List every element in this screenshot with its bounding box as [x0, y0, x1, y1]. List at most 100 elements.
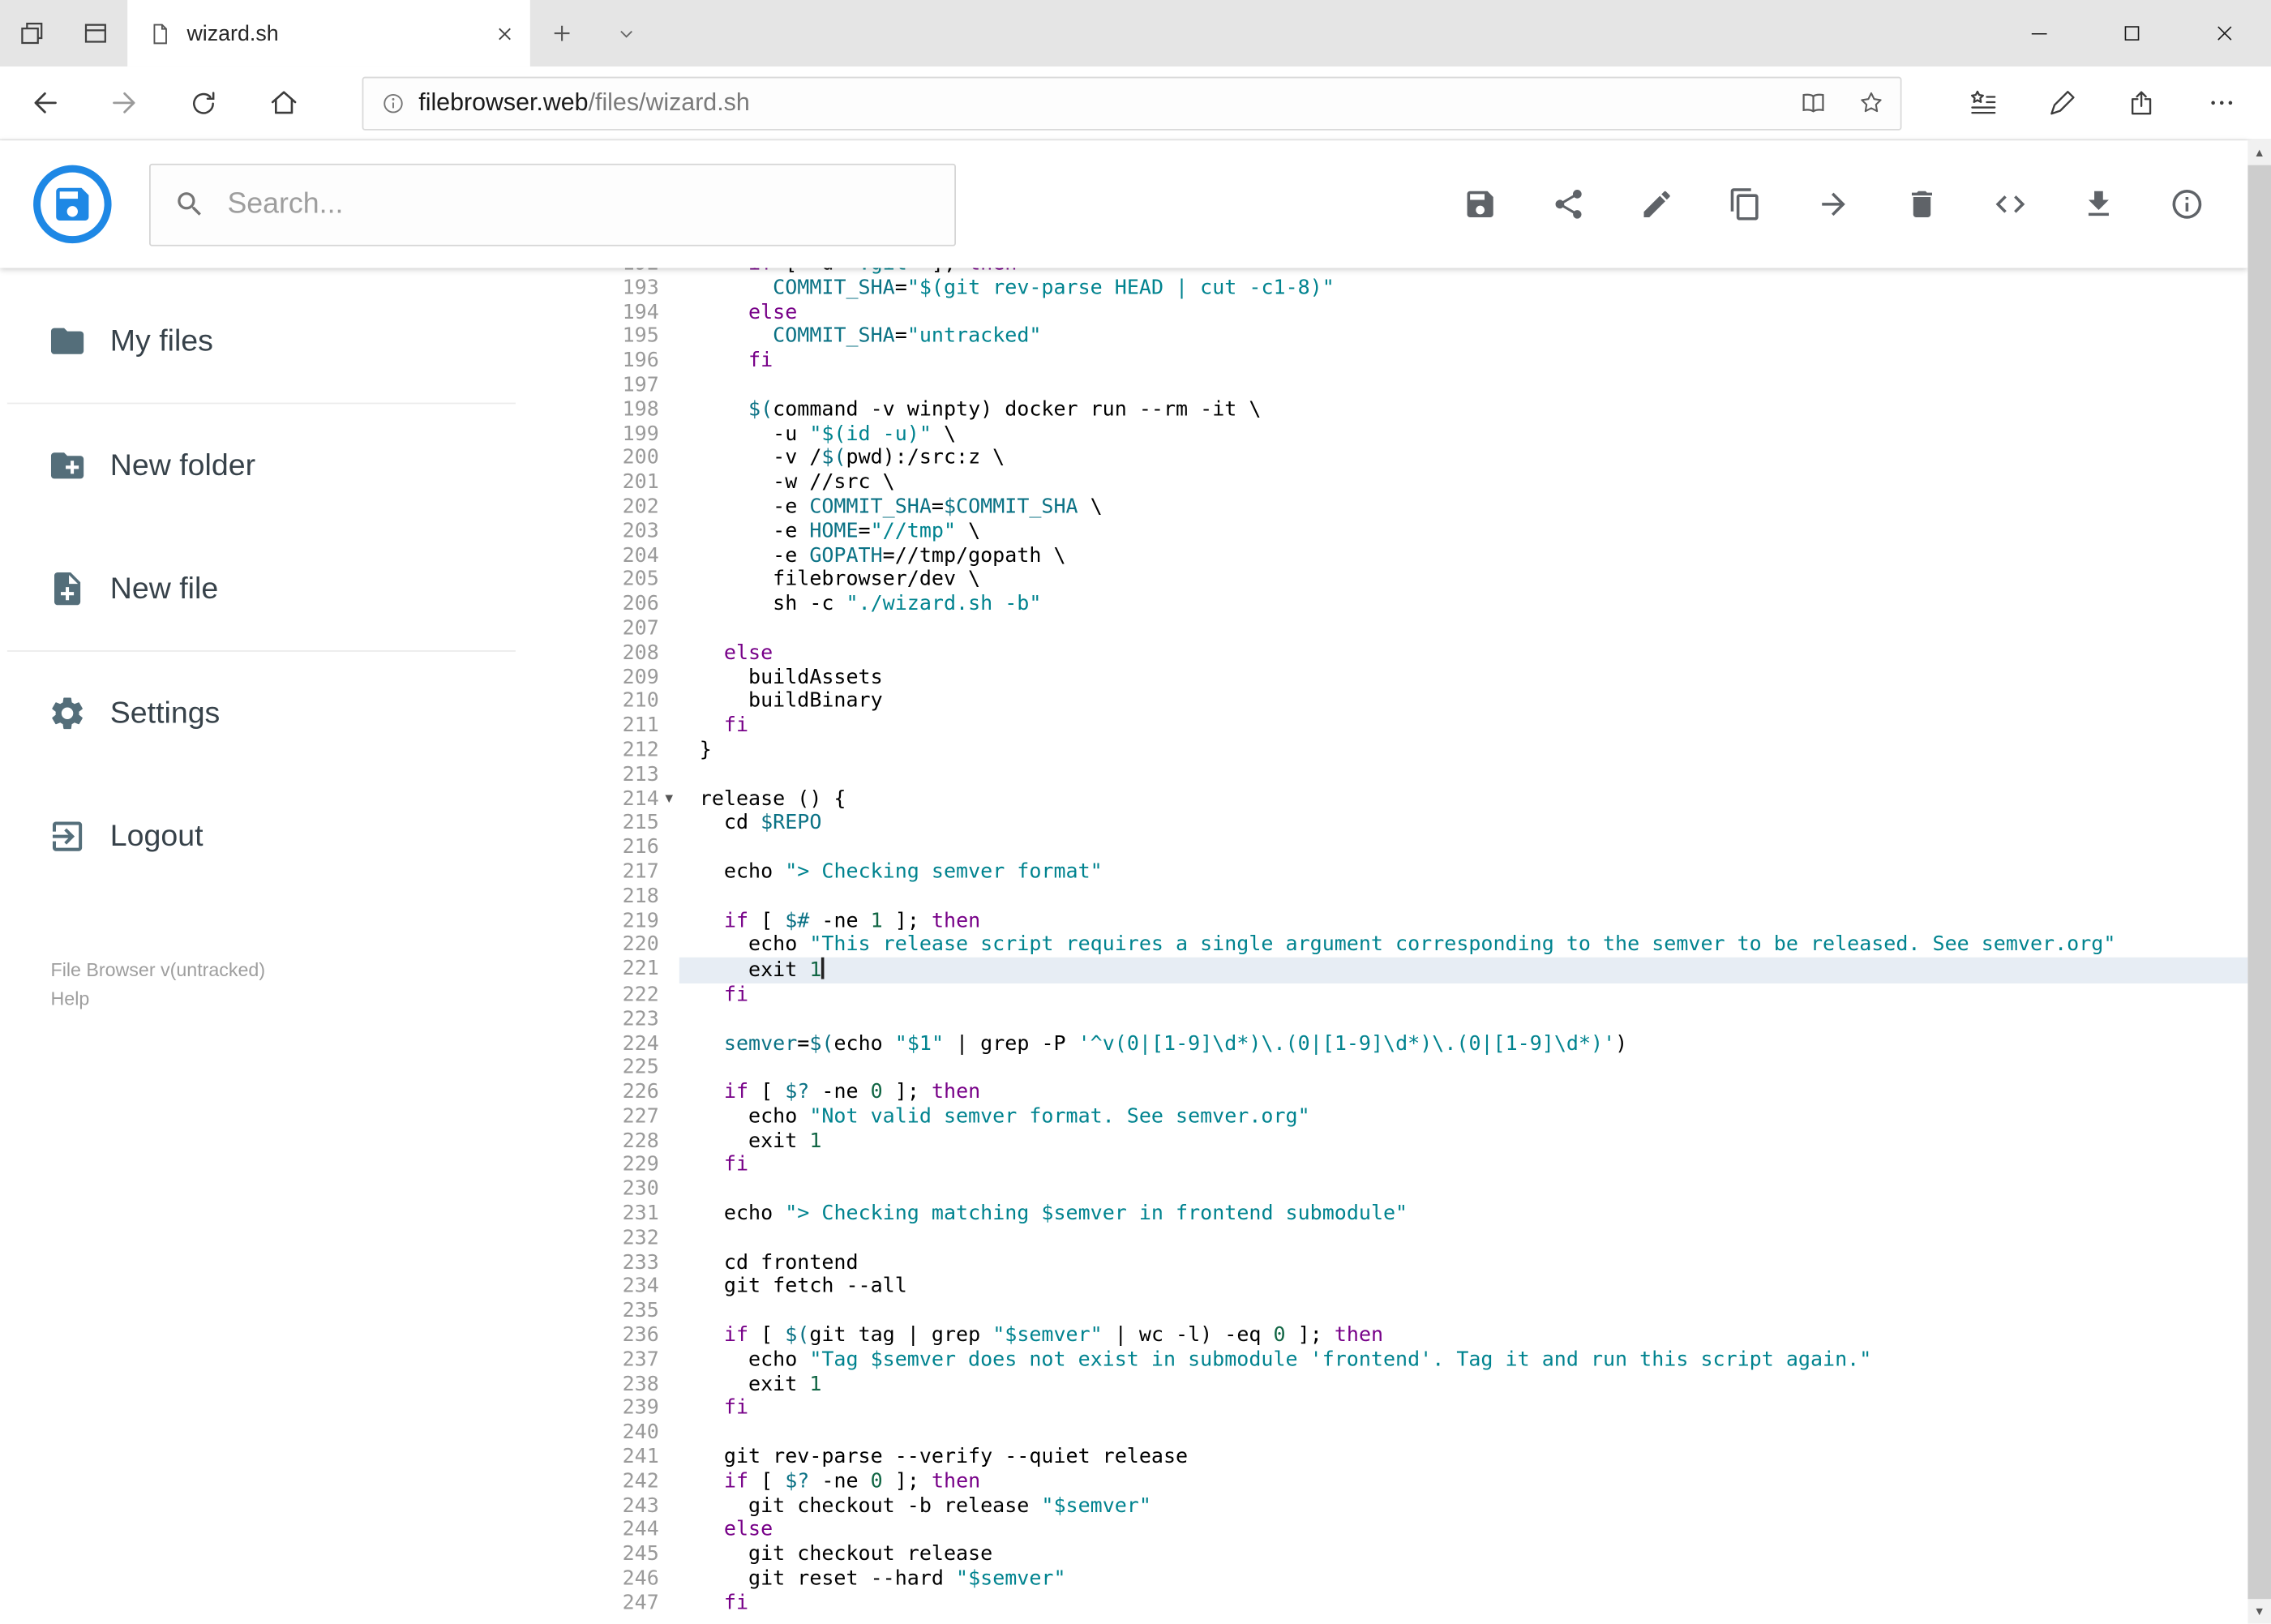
- code-line[interactable]: 205 filebrowser/dev \: [523, 568, 2248, 593]
- code-line[interactable]: 222 fi: [523, 983, 2248, 1008]
- page-scrollbar[interactable]: ▲ ▼: [2247, 140, 2271, 1624]
- code-line[interactable]: 225: [523, 1056, 2248, 1081]
- code-text[interactable]: if [ $(git tag | grep "$semver" | wc -l)…: [679, 1324, 2248, 1348]
- code-text[interactable]: [679, 836, 2248, 860]
- search-input[interactable]: [227, 187, 932, 221]
- code-line[interactable]: 242 if [ $? -ne 0 ]; then: [523, 1470, 2248, 1494]
- code-text[interactable]: [679, 1227, 2248, 1251]
- code-text[interactable]: else: [679, 1519, 2248, 1543]
- code-text[interactable]: [679, 1178, 2248, 1202]
- move-button[interactable]: [1816, 186, 1851, 221]
- code-text[interactable]: COMMIT_SHA="untracked": [679, 325, 2248, 349]
- code-line[interactable]: 230: [523, 1178, 2248, 1202]
- code-line[interactable]: 218: [523, 885, 2248, 909]
- code-text[interactable]: [679, 1008, 2248, 1032]
- code-text[interactable]: if [ $# -ne 1 ]; then: [679, 909, 2248, 933]
- code-text[interactable]: }: [679, 739, 2248, 763]
- code-line[interactable]: 239 fi: [523, 1397, 2248, 1421]
- code-text[interactable]: COMMIT_SHA="$(git rev-parse HEAD | cut -…: [679, 276, 2248, 301]
- code-line[interactable]: 232: [523, 1227, 2248, 1251]
- code-text[interactable]: $(command -v winpty) docker run --rm -it…: [679, 398, 2248, 422]
- code-text[interactable]: [679, 617, 2248, 641]
- copy-button[interactable]: [1728, 186, 1763, 221]
- share-button[interactable]: [1551, 186, 1586, 221]
- sidebar-item-logout[interactable]: Logout: [0, 775, 523, 898]
- web-note-button[interactable]: [2022, 66, 2102, 139]
- code-line[interactable]: 201 -w //src \: [523, 471, 2248, 495]
- code-line[interactable]: 196 fi: [523, 349, 2248, 374]
- code-line[interactable]: 240: [523, 1421, 2248, 1446]
- tabs-chevron-button[interactable]: [593, 0, 658, 66]
- code-line[interactable]: 194 else: [523, 301, 2248, 325]
- code-text[interactable]: [679, 1300, 2248, 1324]
- more-button[interactable]: [2181, 66, 2260, 139]
- code-line[interactable]: 211 fi: [523, 714, 2248, 739]
- code-text[interactable]: -e HOME="//tmp" \: [679, 520, 2248, 544]
- code-text[interactable]: fi: [679, 1154, 2248, 1178]
- code-line[interactable]: 244 else: [523, 1519, 2248, 1543]
- site-info-icon[interactable]: [381, 91, 405, 115]
- code-editor[interactable]: 192 if [ -d ".git" ]; then193 COMMIT_SHA…: [522, 268, 2248, 1624]
- code-line[interactable]: 207: [523, 617, 2248, 641]
- code-line[interactable]: 212}: [523, 739, 2248, 763]
- code-text[interactable]: echo "> Checking semver format": [679, 860, 2248, 885]
- code-line[interactable]: 238 exit 1: [523, 1373, 2248, 1397]
- code-text[interactable]: echo "> Checking matching $semver in fro…: [679, 1202, 2248, 1227]
- help-link[interactable]: Help: [51, 985, 523, 1014]
- scrollbar-thumb[interactable]: [2247, 165, 2271, 1600]
- code-text[interactable]: git checkout release: [679, 1543, 2248, 1567]
- code-text[interactable]: release () {: [679, 787, 2248, 812]
- code-line[interactable]: 224 semver=$(echo "$1" | grep -P '^v(0|[…: [523, 1032, 2248, 1056]
- favorites-hub-button[interactable]: [1942, 66, 2021, 139]
- code-line[interactable]: 241 git rev-parse --verify --quiet relea…: [523, 1446, 2248, 1470]
- code-line[interactable]: 237 echo "Tag $semver does not exist in …: [523, 1348, 2248, 1373]
- code-text[interactable]: -u "$(id -u)" \: [679, 422, 2248, 447]
- code-text[interactable]: cd $REPO: [679, 812, 2248, 836]
- code-line[interactable]: 192 if [ -d ".git" ]; then: [523, 268, 2248, 276]
- code-line[interactable]: 198 $(command -v winpty) docker run --rm…: [523, 398, 2248, 422]
- code-line[interactable]: 197: [523, 374, 2248, 398]
- code-line[interactable]: 228 exit 1: [523, 1129, 2248, 1154]
- code-line[interactable]: 221 exit 1: [523, 957, 2248, 983]
- code-text[interactable]: fi: [679, 983, 2248, 1008]
- code-line[interactable]: 234 git fetch --all: [523, 1275, 2248, 1300]
- code-text[interactable]: if [ $? -ne 0 ]; then: [679, 1081, 2248, 1105]
- code-line[interactable]: 215 cd $REPO: [523, 812, 2248, 836]
- code-text[interactable]: cd frontend: [679, 1251, 2248, 1275]
- code-text[interactable]: semver=$(echo "$1" | grep -P '^v(0|[1-9]…: [679, 1032, 2248, 1056]
- code-line[interactable]: 231 echo "> Checking matching $semver in…: [523, 1202, 2248, 1227]
- tab-preview-button[interactable]: [64, 0, 128, 66]
- filebrowser-logo[interactable]: [33, 165, 112, 244]
- browser-tab[interactable]: wizard.sh: [127, 0, 530, 67]
- code-line[interactable]: 214 ▼ release () {: [523, 787, 2248, 812]
- sidebar-item-settings[interactable]: Settings: [0, 652, 523, 775]
- code-text[interactable]: git reset --hard "$semver": [679, 1567, 2248, 1592]
- code-line[interactable]: 229 fi: [523, 1154, 2248, 1178]
- back-button[interactable]: [4, 66, 84, 139]
- code-text[interactable]: [679, 885, 2248, 909]
- sidebar-item-new-file[interactable]: New file: [0, 527, 523, 650]
- code-line[interactable]: 227 echo "Not valid semver format. See s…: [523, 1105, 2248, 1129]
- code-text[interactable]: exit 1: [679, 1129, 2248, 1154]
- maximize-button[interactable]: [2085, 0, 2178, 66]
- code-text[interactable]: fi: [679, 714, 2248, 739]
- code-text[interactable]: else: [679, 641, 2248, 666]
- code-text[interactable]: exit 1: [679, 957, 2248, 983]
- delete-button[interactable]: [1905, 186, 1939, 221]
- code-text[interactable]: fi: [679, 1592, 2248, 1616]
- scroll-down-arrow[interactable]: ▼: [2247, 1599, 2271, 1623]
- code-line[interactable]: 243 git checkout -b release "$semver": [523, 1494, 2248, 1519]
- forward-button[interactable]: [84, 66, 164, 139]
- code-line[interactable]: 208 else: [523, 641, 2248, 666]
- minimize-button[interactable]: [1993, 0, 2085, 66]
- code-line[interactable]: 217 echo "> Checking semver format": [523, 860, 2248, 885]
- code-line[interactable]: 202 -e COMMIT_SHA=$COMMIT_SHA \: [523, 495, 2248, 520]
- code-text[interactable]: if [ -d ".git" ]; then: [679, 268, 2248, 276]
- code-text[interactable]: [679, 1421, 2248, 1446]
- rename-button[interactable]: [1639, 186, 1674, 221]
- code-text[interactable]: [679, 1056, 2248, 1081]
- save-button[interactable]: [1463, 186, 1498, 221]
- reading-view-button[interactable]: [1785, 78, 1842, 129]
- code-text[interactable]: [679, 374, 2248, 398]
- code-text[interactable]: echo "Not valid semver format. See semve…: [679, 1105, 2248, 1129]
